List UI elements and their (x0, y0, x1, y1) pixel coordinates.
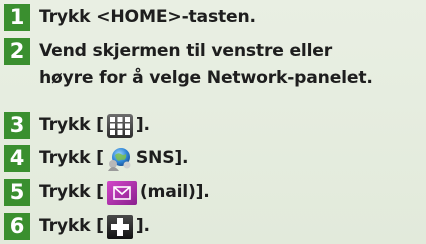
step-suffix: SNS]. (135, 148, 189, 168)
step-text: Trykk [ (mail)]. (39, 179, 210, 206)
step-number: 4 (4, 145, 30, 172)
step-text: Trykk [ ]. (39, 213, 150, 240)
step-2: 2 Vend skjermen til venstre eller høyre … (4, 38, 373, 92)
step-text-line-2: høyre for å velge Network-panelet. (39, 68, 373, 88)
plus-icon (106, 214, 133, 239)
step-text: Vend skjermen til venstre eller høyre fo… (39, 38, 373, 92)
grid-icon (106, 113, 133, 138)
step-5: 5 Trykk [ (mail)]. (4, 179, 210, 206)
step-1: 1 Trykk <HOME>-tasten. (4, 4, 256, 31)
step-prefix: Trykk [ (39, 216, 104, 236)
step-prefix: Trykk [ (39, 182, 104, 202)
step-prefix: Trykk [ (39, 148, 104, 168)
step-suffix: (mail)]. (139, 182, 210, 202)
step-number: 2 (4, 38, 30, 65)
step-number: 6 (4, 213, 30, 240)
step-3: 3 Trykk []. (4, 112, 150, 139)
manual-page: 1 Trykk <HOME>-tasten. 2 Vend skjermen t… (0, 0, 426, 244)
step-suffix: ]. (135, 115, 150, 135)
step-number: 1 (4, 4, 30, 31)
step-text: Trykk []. (39, 112, 150, 139)
sns-globe-icon (107, 147, 133, 171)
step-6: 6 Trykk [ ]. (4, 213, 150, 240)
mail-envelope-icon (106, 180, 137, 205)
step-number: 5 (4, 179, 30, 206)
step-prefix: Trykk [ (39, 115, 104, 135)
step-4: 4 Trykk [SNS]. (4, 145, 189, 172)
step-number: 3 (4, 112, 30, 139)
step-text: Trykk [ SNS]. (39, 145, 189, 172)
step-text-line-1: Vend skjermen til venstre eller (39, 41, 333, 61)
step-suffix: ]. (135, 216, 150, 236)
step-text: Trykk <HOME>-tasten. (39, 7, 256, 27)
